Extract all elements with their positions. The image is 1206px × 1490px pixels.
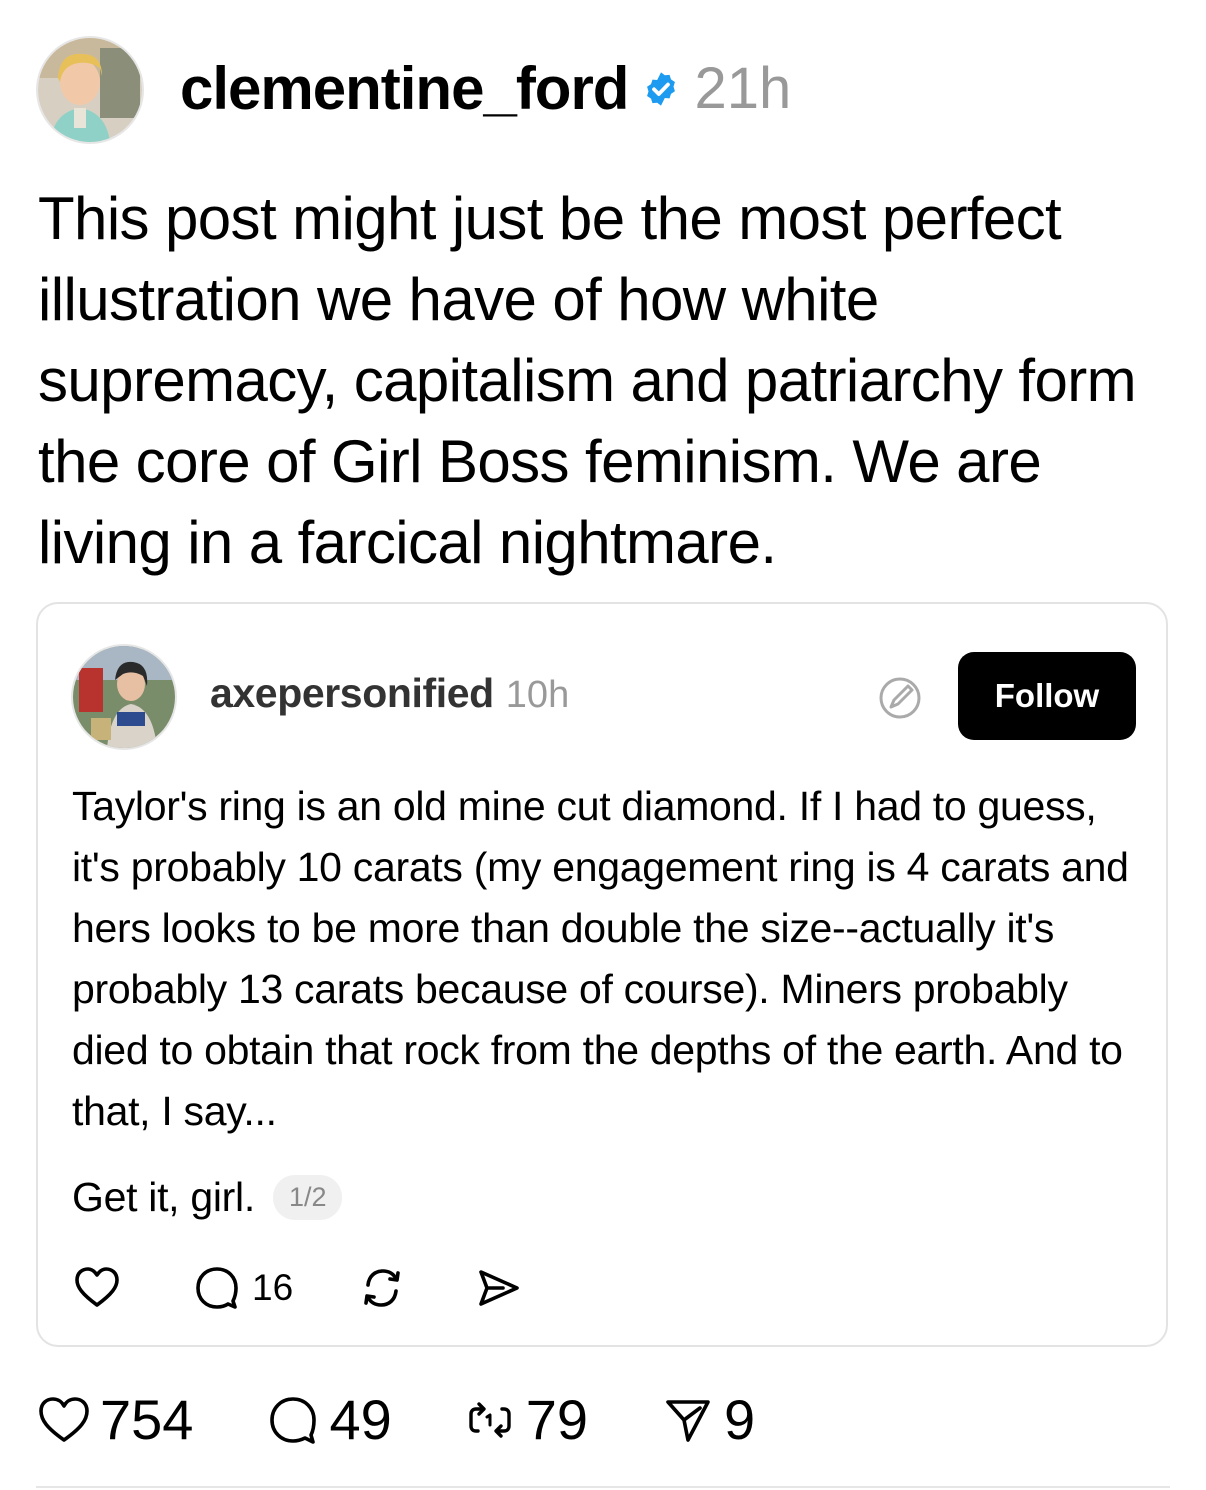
repost-button[interactable]: 79: [462, 1392, 588, 1448]
quoted-post-card[interactable]: axepersonified 10h Follow Taylor's ring …: [36, 602, 1168, 1347]
quoted-like-button[interactable]: [72, 1263, 122, 1313]
repost-count: 79: [525, 1388, 589, 1451]
follow-button[interactable]: Follow: [958, 652, 1136, 740]
reply-button[interactable]: 49: [265, 1388, 392, 1451]
share-count: 9: [724, 1388, 756, 1451]
reply-count: 49: [329, 1388, 392, 1451]
repost-icon: [469, 1402, 511, 1438]
repost-icon: [364, 1269, 400, 1307]
quoted-reply-button[interactable]: 16: [192, 1263, 293, 1313]
heart-icon: [75, 1267, 119, 1307]
quoted-author-avatar[interactable]: [71, 644, 177, 750]
quoted-reply-count: 16: [252, 1267, 294, 1308]
post-time: 21h: [694, 56, 792, 121]
author-name[interactable]: clementine_ford: [180, 59, 629, 119]
quoted-avatar-image: [73, 646, 175, 748]
page-indicator: 1/2: [272, 1175, 343, 1220]
share-icon: [666, 1400, 710, 1442]
quoted-author-row: axepersonified 10h: [210, 670, 569, 717]
quoted-repost-button[interactable]: [357, 1263, 407, 1313]
author-row: clementine_ford 21h: [180, 56, 791, 122]
thread-post: clementine_ford 21h This post might just…: [0, 0, 1206, 1490]
post-action-bar: 754 49 79 9: [36, 1390, 755, 1450]
like-count: 754: [100, 1388, 194, 1451]
heart-icon: [39, 1397, 89, 1442]
post-text: This post might just be the most perfect…: [38, 185, 1137, 576]
quoted-post-continuation: Get it, girl. 1/2: [72, 1174, 343, 1221]
comment-icon: [270, 1397, 317, 1444]
comment-icon: [196, 1267, 238, 1309]
share-icon: [479, 1270, 519, 1306]
quoted-post-text: Taylor's ring is an old mine cut diamond…: [72, 783, 1129, 1134]
like-button[interactable]: 754: [36, 1392, 193, 1448]
quoted-post-time: 10h: [505, 674, 570, 716]
quoted-post-text-line2: Get it, girl.: [72, 1174, 255, 1220]
quoted-action-bar: 16: [72, 1262, 523, 1314]
author-avatar[interactable]: [36, 36, 144, 144]
quote-icon[interactable]: [876, 674, 924, 722]
share-button[interactable]: 9: [660, 1392, 755, 1448]
author-avatar-image: [38, 38, 142, 142]
quoted-author-name[interactable]: axepersonified: [210, 670, 494, 717]
quoted-share-button[interactable]: [473, 1263, 523, 1313]
post-divider: [36, 1486, 1170, 1488]
verified-badge-icon: [647, 72, 676, 106]
